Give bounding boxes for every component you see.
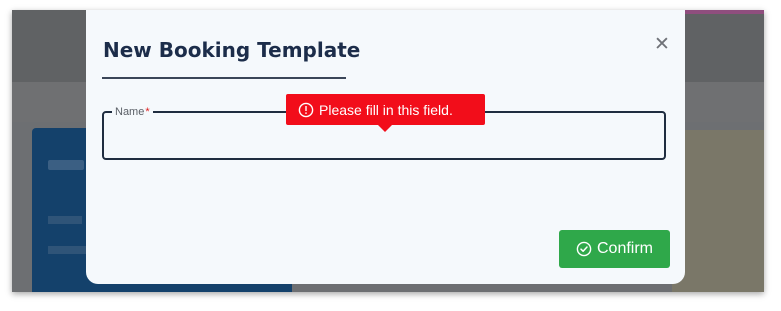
background-card-line [48, 216, 82, 224]
background-card-title [48, 160, 84, 170]
name-label-text: Name [115, 106, 145, 118]
close-icon[interactable]: ✕ [652, 34, 672, 54]
validation-tooltip: Please fill in this field. [286, 94, 485, 132]
validation-message: Please fill in this field. [319, 101, 453, 118]
confirm-label: Confirm [596, 240, 653, 257]
booking-template-modal: New Booking Template ✕ Name* Please fill… [86, 10, 685, 284]
tooltip-arrow [378, 125, 392, 132]
name-field-label: Name* [112, 106, 153, 118]
confirm-button[interactable]: Confirm [559, 230, 670, 268]
background-panel [672, 130, 764, 292]
exclamation-circle-icon [298, 102, 314, 117]
background-card-line [48, 246, 88, 254]
title-underline [102, 77, 346, 79]
name-input[interactable] [114, 130, 648, 160]
required-marker: * [145, 106, 150, 118]
check-circle-icon [576, 241, 592, 257]
modal-title: New Booking Template [103, 38, 361, 62]
